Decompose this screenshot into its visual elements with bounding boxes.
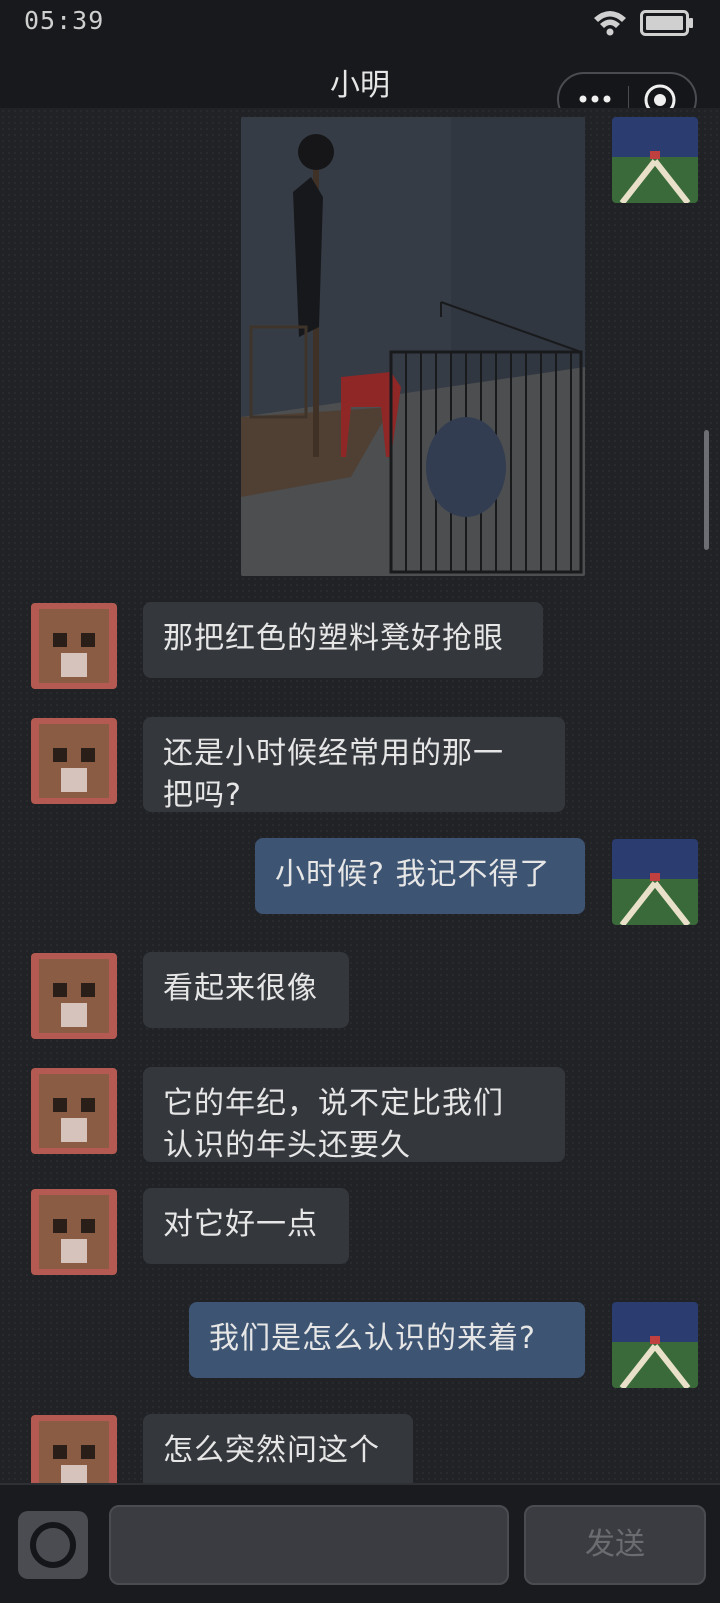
wifi-icon [594, 11, 626, 36]
other-avatar[interactable] [31, 603, 117, 689]
self-avatar[interactable] [612, 839, 698, 925]
camera-icon [30, 1522, 76, 1568]
message-row-clipped: 怎么突然问这个 [0, 1400, 720, 1483]
message-bubble-other[interactable]: 看起来很像 [143, 952, 349, 1028]
scrollbar[interactable] [704, 430, 709, 550]
message-bubble-other[interactable]: 还是小时候经常用的那一 把吗? [143, 717, 565, 813]
battery-icon [640, 10, 693, 36]
other-avatar[interactable] [31, 1068, 117, 1154]
status-bar: 05:39 [0, 0, 720, 46]
message-bubble-other[interactable]: 那把红色的塑料凳好抢眼 [143, 602, 543, 678]
message-bubble-other[interactable]: 对它好一点 [143, 1188, 349, 1264]
status-time: 05:39 [24, 6, 105, 35]
message-bubble-self[interactable]: 小时候? 我记不得了 [255, 838, 585, 914]
input-bar: 发送 [0, 1483, 720, 1603]
send-button[interactable]: 发送 [524, 1505, 706, 1585]
self-avatar[interactable] [612, 117, 698, 203]
message-input[interactable] [109, 1505, 509, 1585]
other-avatar[interactable] [31, 953, 117, 1039]
message-bubble-other[interactable]: 它的年纪，说不定比我们 认识的年头还要久 [143, 1067, 565, 1163]
message-bubble-self[interactable]: 我们是怎么认识的来着? [189, 1302, 585, 1378]
message-bubble-other[interactable]: 怎么突然问这个 [143, 1414, 413, 1483]
camera-button[interactable] [18, 1511, 88, 1579]
other-avatar[interactable] [31, 718, 117, 804]
message-photo[interactable] [241, 117, 585, 576]
self-avatar[interactable] [612, 1302, 698, 1388]
home-indicator [0, 1588, 720, 1601]
other-avatar[interactable] [31, 1189, 117, 1275]
other-avatar[interactable] [31, 1415, 117, 1483]
